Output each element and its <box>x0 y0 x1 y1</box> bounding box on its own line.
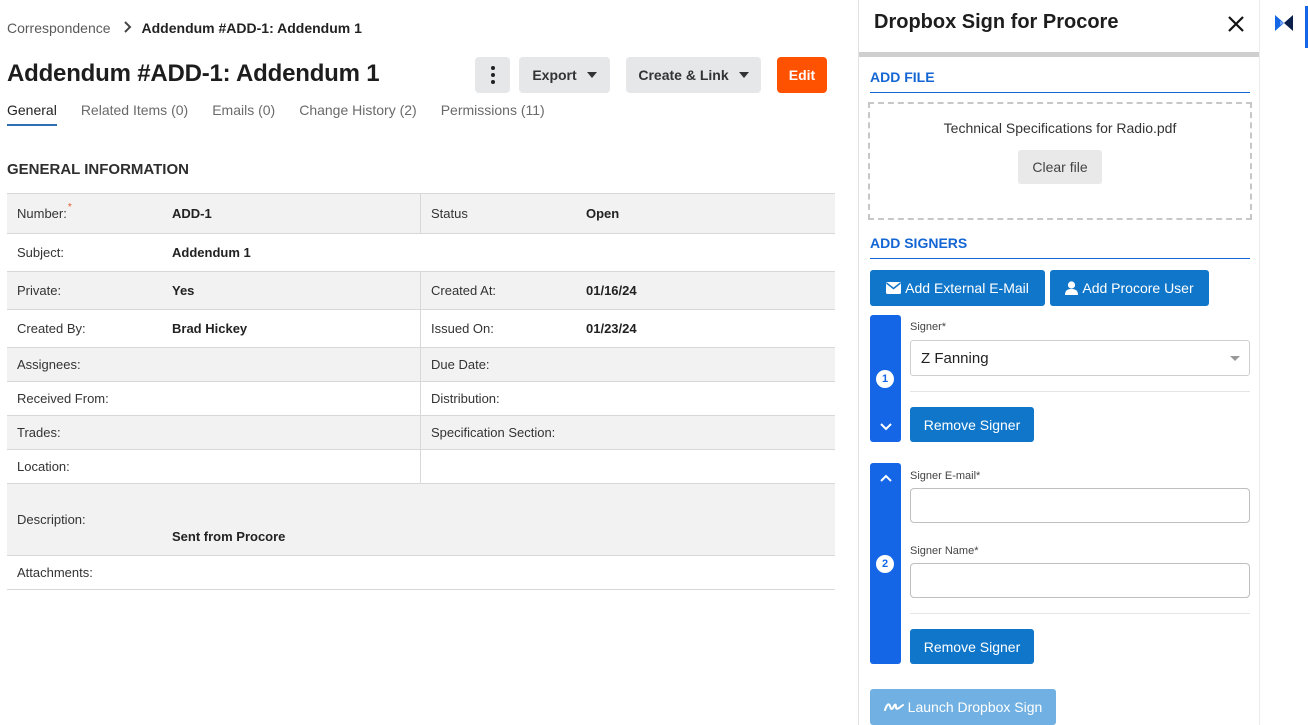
divider <box>910 391 1250 392</box>
signer-2-email-input[interactable] <box>910 488 1250 523</box>
add-file-heading: ADD FILE <box>870 69 1250 93</box>
description-value: Sent from Procore <box>172 529 286 544</box>
signer-1-select[interactable]: Z Fanning <box>910 340 1250 376</box>
add-signers-heading: ADD SIGNERS <box>870 235 1250 259</box>
received-from-label: Received From: <box>17 391 109 406</box>
issued-on-value: 01/23/24 <box>586 321 637 336</box>
export-button-label: Export <box>532 67 577 83</box>
status-label: Status <box>431 206 468 221</box>
section-title: GENERAL INFORMATION <box>7 161 189 178</box>
due-date-label: Due Date: <box>431 357 490 372</box>
distribution-label: Distribution: <box>431 391 500 406</box>
tab-permissions[interactable]: Permissions (11) <box>441 102 545 126</box>
created-at-label: Created At: <box>431 283 497 298</box>
remove-signer-2-button[interactable]: Remove Signer <box>910 629 1034 664</box>
chevron-down-icon[interactable] <box>879 420 893 434</box>
location-label: Location: <box>17 459 70 474</box>
dropbox-sign-panel: Dropbox Sign for Procore ADD FILE Techni… <box>858 0 1260 725</box>
close-icon[interactable] <box>1224 10 1248 38</box>
issued-on-label: Issued On: <box>431 321 494 336</box>
table-row: Trades: Specification Section: <box>7 416 835 450</box>
divider <box>910 613 1250 614</box>
signer-1-selected: Z Fanning <box>921 349 989 367</box>
chevron-up-icon[interactable] <box>879 471 893 485</box>
private-value: Yes <box>172 283 195 298</box>
number-value: ADD-1 <box>172 206 212 221</box>
create-link-button-label: Create & Link <box>638 67 729 83</box>
add-procore-user-label: Add Procore User <box>1082 280 1194 296</box>
main-content: Correspondence Addendum #ADD-1: Addendum… <box>0 0 858 725</box>
table-row: Created By: Brad Hickey Issued On: 01/23… <box>7 310 835 348</box>
table-row: Description: Sent from Procore <box>7 484 835 556</box>
breadcrumb-parent-link[interactable]: Correspondence <box>7 20 111 36</box>
table-row: Location: <box>7 450 835 484</box>
private-label: Private: <box>17 283 62 298</box>
edit-button[interactable]: Edit <box>777 57 827 93</box>
dropbox-sign-logo-icon[interactable] <box>1273 12 1295 34</box>
envelope-icon <box>886 282 902 294</box>
breadcrumb-current: Addendum #ADD-1: Addendum 1 <box>141 20 362 36</box>
file-name: Technical Specifications for Radio.pdf <box>943 120 1177 136</box>
assignees-label: Assignees: <box>17 357 81 372</box>
table-row: Subject: Addendum 1 <box>7 234 835 272</box>
general-info-table: Number:* ADD-1 Status Open Subject: Adde… <box>7 193 835 590</box>
table-row: Attachments: <box>7 556 835 590</box>
signer-1-number: 1 <box>876 370 894 388</box>
created-by-label: Created By: <box>17 321 86 336</box>
tab-related-items[interactable]: Related Items (0) <box>81 102 188 126</box>
file-drop-zone[interactable]: Technical Specifications for Radio.pdf C… <box>868 102 1252 220</box>
table-row: Private: Yes Created At: 01/16/24 <box>7 272 835 310</box>
spec-section-label: Specification Section: <box>431 425 556 440</box>
signer-2-number: 2 <box>876 555 894 573</box>
panel-title: Dropbox Sign for Procore <box>874 11 1119 33</box>
signer-1-field-label: Signer* <box>910 321 947 333</box>
caret-down-icon <box>1230 356 1240 361</box>
table-row: Assignees: Due Date: <box>7 348 835 382</box>
launch-dropbox-sign-label: Launch Dropbox Sign <box>907 699 1043 715</box>
chevron-right-icon <box>123 20 132 36</box>
add-external-email-label: Add External E-Mail <box>905 280 1029 296</box>
tab-emails[interactable]: Emails (0) <box>212 102 275 126</box>
table-row: Number:* ADD-1 Status Open <box>7 194 835 234</box>
page-title: Addendum #ADD-1: Addendum 1 <box>7 60 380 87</box>
tab-bar: General Related Items (0) Emails (0) Cha… <box>7 102 569 126</box>
app-sidebar-strip <box>1259 0 1308 725</box>
add-procore-user-button[interactable]: Add Procore User <box>1050 270 1209 306</box>
breadcrumb: Correspondence Addendum #ADD-1: Addendum… <box>7 20 362 36</box>
signer-2-name-label: Signer Name* <box>910 545 979 557</box>
signer-2-name-input[interactable] <box>910 563 1250 598</box>
remove-signer-1-button[interactable]: Remove Signer <box>910 407 1034 442</box>
created-by-value: Brad Hickey <box>172 321 248 336</box>
tab-general[interactable]: General <box>7 102 57 126</box>
panel-divider <box>859 52 1260 57</box>
description-label: Description: <box>17 512 86 527</box>
signer-2-handle[interactable]: 2 <box>870 463 901 664</box>
more-vertical-icon <box>490 66 495 70</box>
attachments-label: Attachments: <box>17 565 93 580</box>
tab-change-history[interactable]: Change History (2) <box>299 102 417 126</box>
caret-down-icon <box>738 72 749 78</box>
more-actions-button[interactable] <box>475 57 510 93</box>
clear-file-button[interactable]: Clear file <box>1018 150 1102 184</box>
export-button[interactable]: Export <box>519 57 610 93</box>
caret-down-icon <box>586 72 597 78</box>
table-row: Received From: Distribution: <box>7 382 835 416</box>
subject-value: Addendum 1 <box>172 245 251 260</box>
launch-dropbox-sign-button[interactable]: Launch Dropbox Sign <box>870 689 1056 725</box>
status-value: Open <box>586 206 620 221</box>
required-asterisk: * <box>67 202 72 213</box>
subject-label: Subject: <box>17 245 64 260</box>
created-at-value: 01/16/24 <box>586 283 637 298</box>
user-icon <box>1065 281 1079 295</box>
create-link-button[interactable]: Create & Link <box>626 57 761 93</box>
signature-icon <box>883 703 904 711</box>
signer-1-handle[interactable]: 1 <box>870 315 901 442</box>
number-label: Number:* <box>17 202 72 221</box>
add-external-email-button[interactable]: Add External E-Mail <box>870 270 1045 306</box>
trades-label: Trades: <box>17 425 61 440</box>
signer-2-email-label: Signer E-mail* <box>910 470 981 482</box>
